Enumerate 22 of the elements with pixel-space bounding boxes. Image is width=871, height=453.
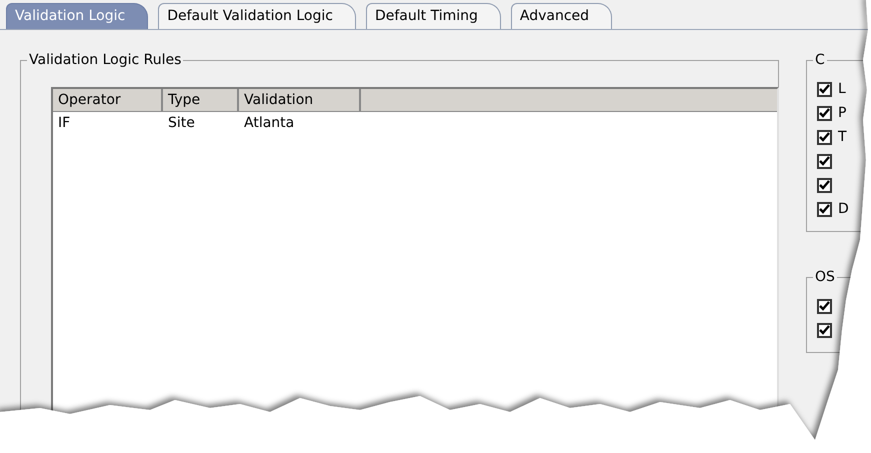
checkbox[interactable] [817, 322, 832, 338]
table-cell-text: IF [57, 114, 72, 133]
column-header[interactable]: Operator [53, 89, 163, 111]
column-header[interactable]: Type [163, 89, 239, 111]
checkbox-label: T [838, 128, 847, 146]
tab[interactable]: Default Validation Logic [158, 3, 356, 29]
checkbox[interactable] [817, 106, 832, 120]
checkbox[interactable] [817, 82, 832, 96]
checkbox-label: L [838, 80, 846, 98]
checkbox-label: P [838, 104, 846, 122]
tab[interactable]: Default Timing [366, 3, 501, 29]
checkbox[interactable] [817, 202, 832, 216]
table-cell-text: Site [167, 114, 196, 133]
checkbox[interactable] [817, 298, 832, 314]
group-title: Validation Logic Rules [27, 50, 184, 70]
checkbox[interactable] [817, 130, 832, 144]
checkbox[interactable] [817, 154, 832, 168]
column-header[interactable]: Validation [239, 89, 361, 111]
table-cell-text: Atlanta [243, 114, 296, 133]
checkbox-label: D [838, 200, 849, 218]
tab[interactable]: Advanced [510, 3, 612, 29]
checkbox[interactable] [817, 178, 832, 192]
